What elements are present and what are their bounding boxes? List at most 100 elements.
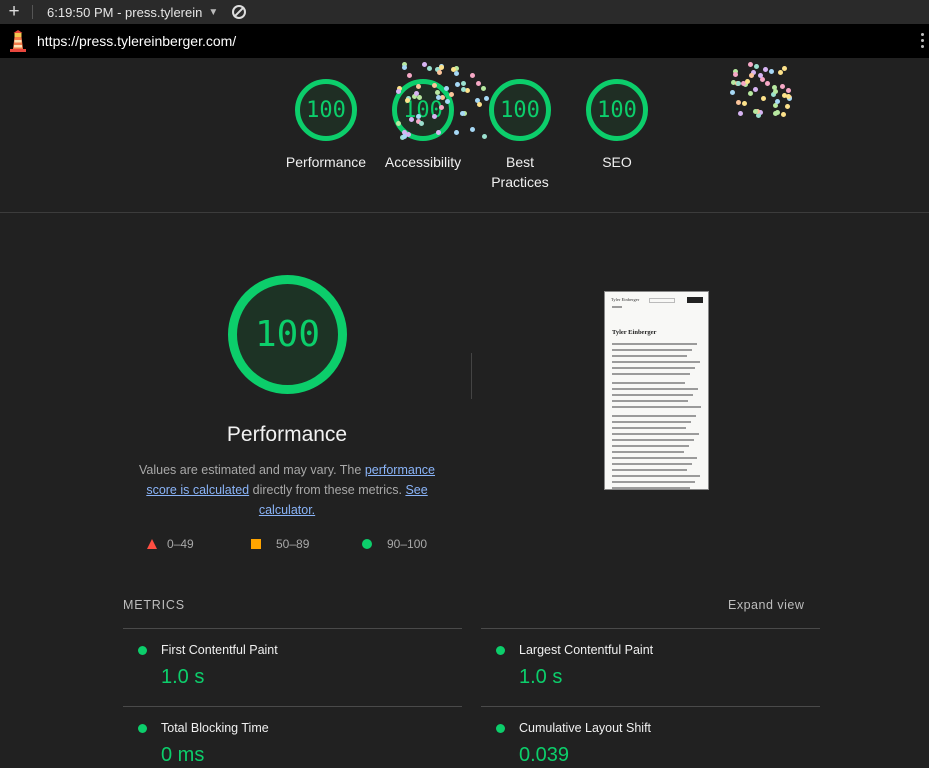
performance-gauge: 100 <box>227 274 348 395</box>
confetti-dot <box>436 129 442 135</box>
thumbnail-text-line <box>612 433 699 435</box>
confetti-dot <box>434 90 440 96</box>
confetti-dot <box>779 84 785 90</box>
legend-pass: 90–100 <box>362 537 427 551</box>
legend-pass-label: 90–100 <box>387 537 428 551</box>
thumbnail-text-line <box>612 415 696 417</box>
confetti-dot <box>405 131 411 137</box>
confetti-dot <box>764 81 770 87</box>
metric-value: 0.039 <box>519 744 570 766</box>
confetti-dot <box>427 66 433 72</box>
gauge-seo[interactable]: 100 <box>585 78 649 142</box>
confetti-dot <box>459 111 465 117</box>
gauge-label-performance: Performance <box>285 154 367 170</box>
gauge-score: 100 <box>306 97 346 123</box>
thumbnail-button <box>687 297 703 303</box>
confetti-dot <box>785 88 791 94</box>
confetti-dot <box>785 93 791 99</box>
confetti-dot <box>438 65 444 71</box>
block-icon[interactable] <box>232 5 247 19</box>
thumbnail-text-line <box>612 427 686 429</box>
confetti-dot <box>395 88 401 94</box>
pass-circle-icon <box>496 724 505 733</box>
thumbnail-text-line <box>612 306 622 308</box>
confetti-dot <box>454 129 460 135</box>
confetti-dot <box>757 72 763 78</box>
thumbnail-text-line <box>612 367 695 369</box>
confetti-dot <box>768 69 774 75</box>
confetti-dot <box>747 61 753 67</box>
legend-fail: 0–49 <box>147 537 194 551</box>
metric-value: 1.0 s <box>519 666 563 688</box>
thumbnail-text-line <box>612 349 692 351</box>
gauge-label-accessibility: Accessibility <box>384 154 462 170</box>
thumbnail-text-line <box>612 445 689 447</box>
confetti-dot <box>777 69 783 75</box>
pass-circle-icon <box>138 724 147 733</box>
metric-divider <box>123 706 462 707</box>
thumbnail-text-line <box>612 469 687 471</box>
confetti-dot <box>476 102 482 108</box>
description-text: Values are estimated and may vary. The <box>139 463 365 477</box>
thumbnail-text-line <box>612 406 701 408</box>
metric-divider <box>481 628 820 629</box>
more-options-icon[interactable] <box>921 33 925 48</box>
description-text-middle: directly from these metrics. <box>249 483 406 497</box>
thumbnail-text-line <box>612 400 688 402</box>
thumbnail-text-line <box>612 361 700 363</box>
thumbnail-heading: Tyler Einberger <box>612 329 657 336</box>
section-divider <box>0 212 929 213</box>
thumbnail-text-line <box>612 421 691 423</box>
thumbnail-text-line <box>612 475 700 477</box>
lighthouse-logo-icon <box>10 30 26 52</box>
gauge-performance[interactable]: 100 <box>294 78 358 142</box>
url-bar: https://press.tylereinberger.com/ <box>0 24 929 58</box>
confetti-dot <box>469 73 475 79</box>
confetti-dot <box>735 100 741 106</box>
triangle-icon <box>147 539 157 549</box>
confetti-dot <box>415 83 421 89</box>
url-text[interactable]: https://press.tylereinberger.com/ <box>37 33 236 49</box>
confetti-dot <box>748 90 754 96</box>
confetti-dot <box>439 104 445 110</box>
gauge-score: 100 <box>597 97 637 123</box>
confetti-dot <box>480 85 486 91</box>
metric-name: Cumulative Layout Shift <box>519 721 652 735</box>
metric-divider <box>123 628 462 629</box>
confetti-dot <box>741 100 747 106</box>
thumbnail-text-line <box>612 355 687 357</box>
metric-name: First Contentful Paint <box>161 643 278 657</box>
confetti-dot <box>455 82 461 88</box>
thumbnail-text-line <box>612 457 697 459</box>
thumbnail-text-line <box>612 439 694 441</box>
thumbnail-text-line <box>612 343 697 345</box>
expand-view-button[interactable]: Expand view <box>728 598 804 612</box>
tab-dropdown-caret-icon[interactable]: ▼ <box>208 7 218 18</box>
metrics-heading: METRICS <box>123 598 185 612</box>
confetti-dot <box>772 89 778 94</box>
tab-title[interactable]: 6:19:50 PM - press.tylerein <box>47 5 202 20</box>
thumbnail-text-line <box>612 394 693 396</box>
thumbnail-search-box <box>649 298 675 303</box>
gauge-best-practices[interactable]: 100 <box>488 78 552 142</box>
confetti-dot <box>482 134 488 140</box>
confetti-dot <box>733 71 739 77</box>
performance-description: Values are estimated and may vary. The p… <box>130 460 444 520</box>
pass-circle-icon <box>138 646 147 655</box>
gauge-label-best-practices: Best Practices <box>491 154 549 190</box>
new-tab-plus-icon[interactable]: + <box>0 1 28 23</box>
circle-icon <box>362 539 372 549</box>
thumbnail-text-line <box>612 382 685 384</box>
confetti-dot <box>431 82 437 88</box>
confetti-dot <box>761 95 767 101</box>
thumbnail-text-line <box>612 487 690 489</box>
metric-name: Total Blocking Time <box>161 721 269 735</box>
page-screenshot-thumbnail[interactable]: Tyler Einberger Tyler Einberger <box>604 291 709 490</box>
metric-divider <box>481 706 820 707</box>
pass-circle-icon <box>496 646 505 655</box>
confetti-dot <box>461 81 467 87</box>
legend-average-label: 50–89 <box>276 537 310 551</box>
confetti-dot <box>483 95 489 101</box>
thumbnail-text-line <box>612 481 695 483</box>
confetti-dot <box>437 70 443 75</box>
